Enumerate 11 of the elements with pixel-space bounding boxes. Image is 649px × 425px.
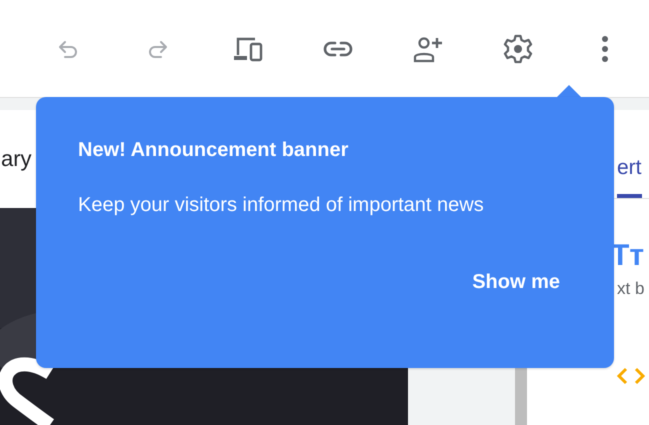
settings-icon [503,34,533,64]
link-icon [323,40,353,58]
add-person-icon [413,34,443,62]
popup-message: Keep your visitors informed of important news [78,194,485,217]
popup-title: New! Announcement banner [78,139,350,162]
item-label: xt b [617,279,644,299]
more-icon [601,34,609,62]
heading-text: ary [1,146,32,172]
show-me-button[interactable]: Show me [460,265,572,300]
code-icon [616,367,646,385]
text-format-icon: Tт [611,239,644,273]
